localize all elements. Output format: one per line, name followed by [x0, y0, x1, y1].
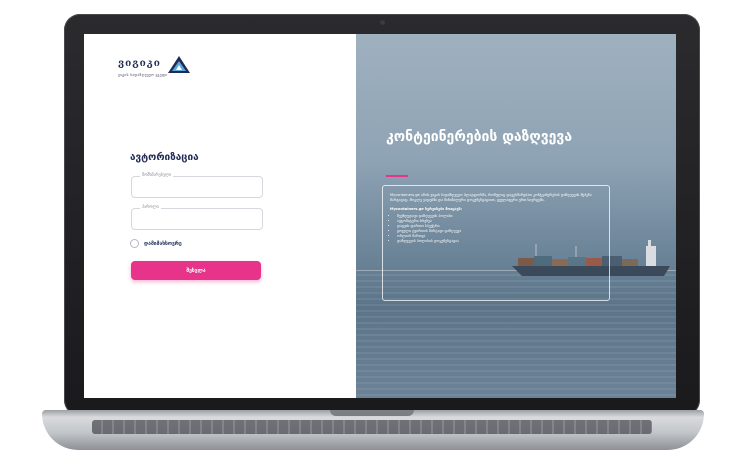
brand-name: ვიგიკი: [118, 58, 161, 69]
laptop-keyboard: [92, 420, 652, 434]
password-input[interactable]: [136, 213, 260, 232]
username-field[interactable]: მომხმარებელი: [131, 172, 263, 200]
list-item: დაზღვევის პოლისის დოკუმენტაცია: [397, 239, 602, 244]
info-box: Mycontainers.ge არის ვიგის სადაზღვევო პლ…: [382, 185, 610, 301]
offers-title: Mycontainers.ge სერვისები მოიცავს:: [390, 207, 463, 211]
laptop-hinge: [330, 410, 414, 416]
login-title: ავტორიზაცია: [130, 152, 199, 163]
login-panel: ვიგიკი ვიგის სადაზღვევო ჯგუფი ავტორიზაცი…: [84, 34, 356, 398]
remember-me[interactable]: დამიმახსოვრე: [130, 239, 182, 248]
password-label: პაროლი: [140, 204, 161, 209]
login-button[interactable]: შესვლა: [131, 261, 261, 280]
password-field[interactable]: პაროლი: [131, 204, 263, 232]
brand-logo[interactable]: ვიგიკი ვიგის სადაზღვევო ჯგუფი: [118, 56, 208, 80]
hero-description: Mycontainers.ge არის ვიგის სადაზღვევო პლ…: [390, 193, 592, 202]
laptop-screen: ვიგიკი ვიგის სადაზღვევო ჯგუფი ავტორიზაცი…: [84, 34, 676, 398]
username-input[interactable]: [136, 181, 260, 200]
remember-me-radio[interactable]: [130, 239, 139, 248]
username-label: მომხმარებელი: [140, 172, 174, 177]
brand-tagline: ვიგის სადაზღვევო ჯგუფი: [118, 73, 168, 77]
remember-me-label: დამიმახსოვრე: [144, 240, 182, 247]
hero-underline: [386, 175, 408, 177]
logo-triangle-icon: [168, 56, 190, 73]
camera-icon: [380, 20, 385, 25]
hero-title: კონტეინერების დაზღვევა: [386, 129, 573, 145]
hero-panel: კონტეინერების დაზღვევა Mycontainers.ge ა…: [356, 34, 676, 398]
offers-list: შეუზღუდავი დაზღვევის პოლისი ავტომატური ბ…: [390, 214, 602, 244]
